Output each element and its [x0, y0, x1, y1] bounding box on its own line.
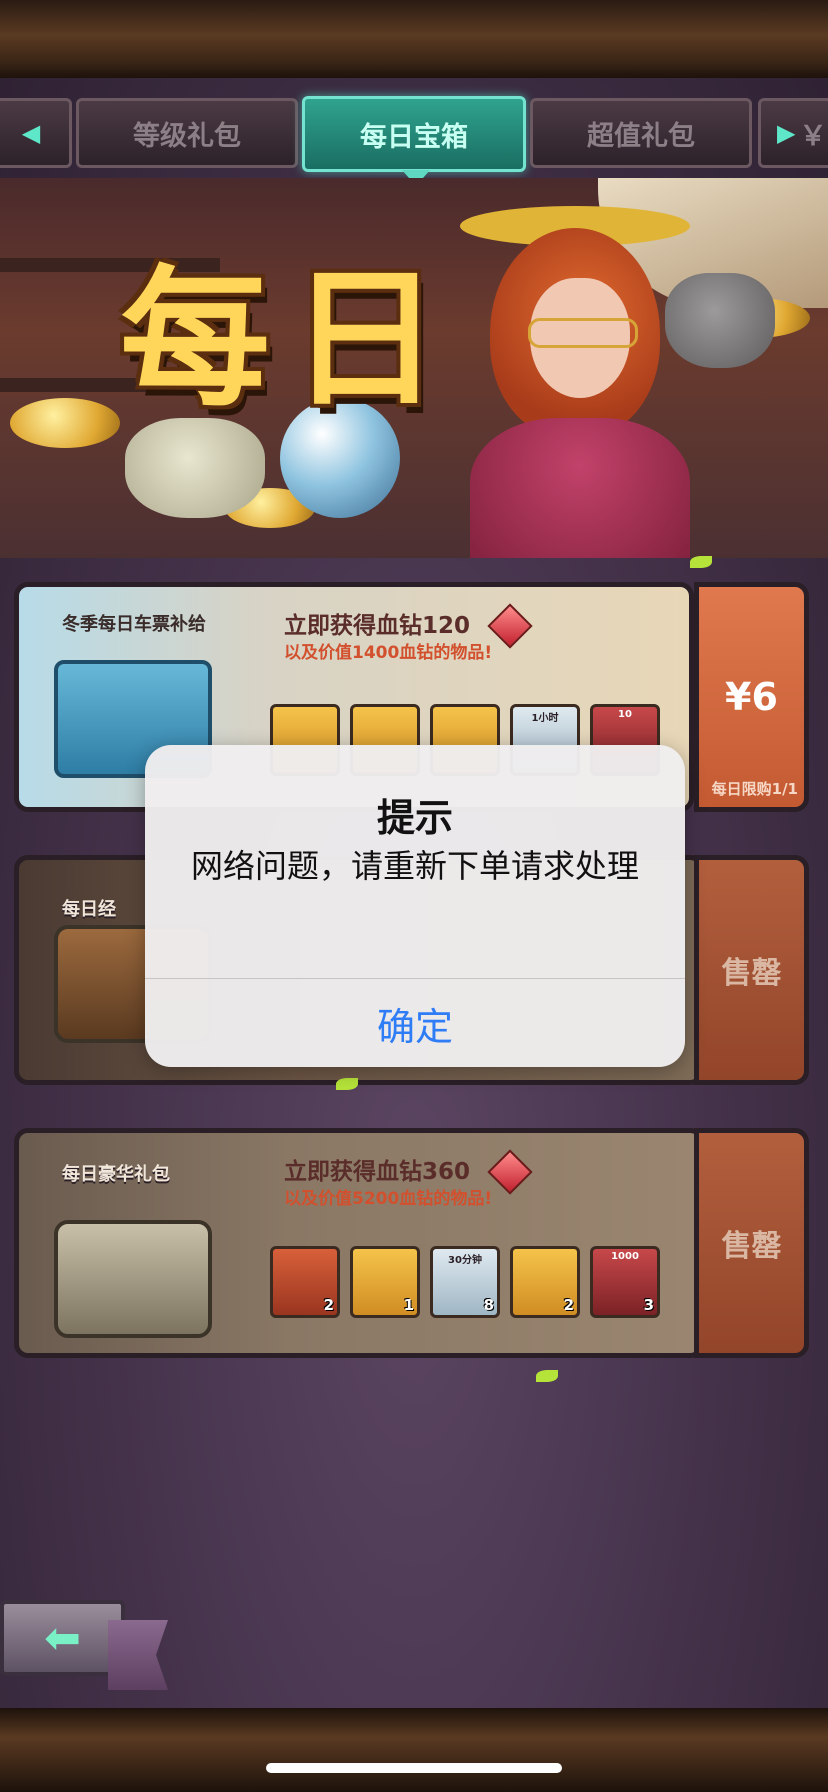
pack-name: 冬季每日车票补给 — [62, 614, 206, 635]
daily-banner-art: 每 日 — [0, 178, 828, 558]
falling-leaf-decoration — [336, 1078, 358, 1090]
item-tag: 10 — [618, 709, 632, 720]
tab-daily-chest[interactable]: 每日宝箱 — [302, 96, 526, 172]
bottom-wood-frame — [0, 1708, 828, 1792]
sold-out-button[interactable]: 售罄 — [694, 855, 809, 1085]
pack-name: 每日经 — [62, 899, 116, 920]
tab-level-pack[interactable]: 等级礼包 — [76, 98, 298, 168]
sold-out-label: 售罄 — [721, 1229, 782, 1264]
falling-leaf-decoration — [690, 556, 712, 568]
stone-chest-icon — [54, 1220, 212, 1338]
tab-next-partial[interactable]: ▶ ￥ — [758, 98, 828, 168]
tab-previous-partial[interactable]: ◀ — [0, 98, 72, 168]
sold-out-label: 售罄 — [721, 956, 782, 991]
tab-label: 等级礼包 — [133, 120, 241, 152]
tab-partial-label: ￥ — [799, 120, 827, 152]
glasses-illustration — [528, 318, 638, 348]
pack-card-daily-luxury: 每日豪华礼包 立即获得血钻360 以及价值5200血钻的物品! 2 1 30分钟… — [14, 1128, 809, 1358]
daily-limit-label: 每日限购1/1 — [711, 780, 798, 798]
reward-item-cake[interactable]: 1 — [350, 1246, 420, 1318]
offer-sub-text: 以及价值1400血钻的物品! — [284, 643, 493, 663]
item-tag: 30分钟 — [448, 1255, 482, 1266]
falling-leaf-decoration — [536, 1370, 558, 1382]
tab-label: 每日宝箱 — [360, 121, 468, 153]
home-indicator[interactable] — [266, 1763, 562, 1773]
offer-main-text: 立即获得血钻360 — [284, 1159, 471, 1185]
item-count: 8 — [483, 1296, 494, 1314]
reward-item-basket[interactable]: 2 — [270, 1246, 340, 1318]
reward-item-coin[interactable]: 1000 3 — [590, 1246, 660, 1318]
offer-sub-text: 以及价值5200血钻的物品! — [284, 1189, 493, 1209]
price-label: ¥6 — [725, 675, 778, 719]
buy-price-button[interactable]: ¥6 每日限购1/1 — [694, 582, 809, 812]
coin-pile-icon — [10, 398, 120, 448]
chevron-left-icon: ◀ — [21, 119, 41, 147]
chevron-right-icon: ▶ — [777, 119, 796, 147]
dress-illustration — [470, 418, 690, 558]
alert-dialog: 提示 网络问题，请重新下单请求处理 确定 — [145, 745, 685, 1067]
tab-label: 超值礼包 — [587, 120, 695, 152]
alert-title: 提示 — [376, 796, 453, 840]
top-wood-frame — [0, 0, 828, 78]
item-count: 2 — [563, 1296, 574, 1314]
back-button[interactable]: ⬅ — [0, 1600, 125, 1676]
item-count: 2 — [323, 1296, 334, 1314]
item-tag: 1000 — [611, 1251, 639, 1262]
arrow-left-icon: ⬅ — [44, 1612, 81, 1664]
shopkeeper-character-illustration — [450, 198, 740, 558]
confirm-button[interactable]: 确定 — [145, 979, 685, 1067]
banner-title-char: 日 — [290, 251, 441, 427]
offer-main-text: 立即获得血钻120 — [284, 613, 471, 639]
reward-item-ticket[interactable]: 2 — [510, 1246, 580, 1318]
item-count: 1 — [403, 1296, 414, 1314]
pack-name: 每日豪华礼包 — [62, 1164, 170, 1185]
tab-value-pack[interactable]: 超值礼包 — [530, 98, 752, 168]
alert-message: 网络问题，请重新下单请求处理 — [190, 847, 639, 885]
sold-out-button[interactable]: 售罄 — [694, 1128, 809, 1358]
item-count: 3 — [643, 1296, 654, 1314]
reward-item-clock[interactable]: 30分钟 8 — [430, 1246, 500, 1318]
banner-title-char: 每 — [120, 251, 271, 427]
item-tag: 1小时 — [531, 713, 559, 724]
shop-tab-bar: ◀ 等级礼包 每日宝箱 超值礼包 ▶ ￥ — [0, 92, 828, 178]
